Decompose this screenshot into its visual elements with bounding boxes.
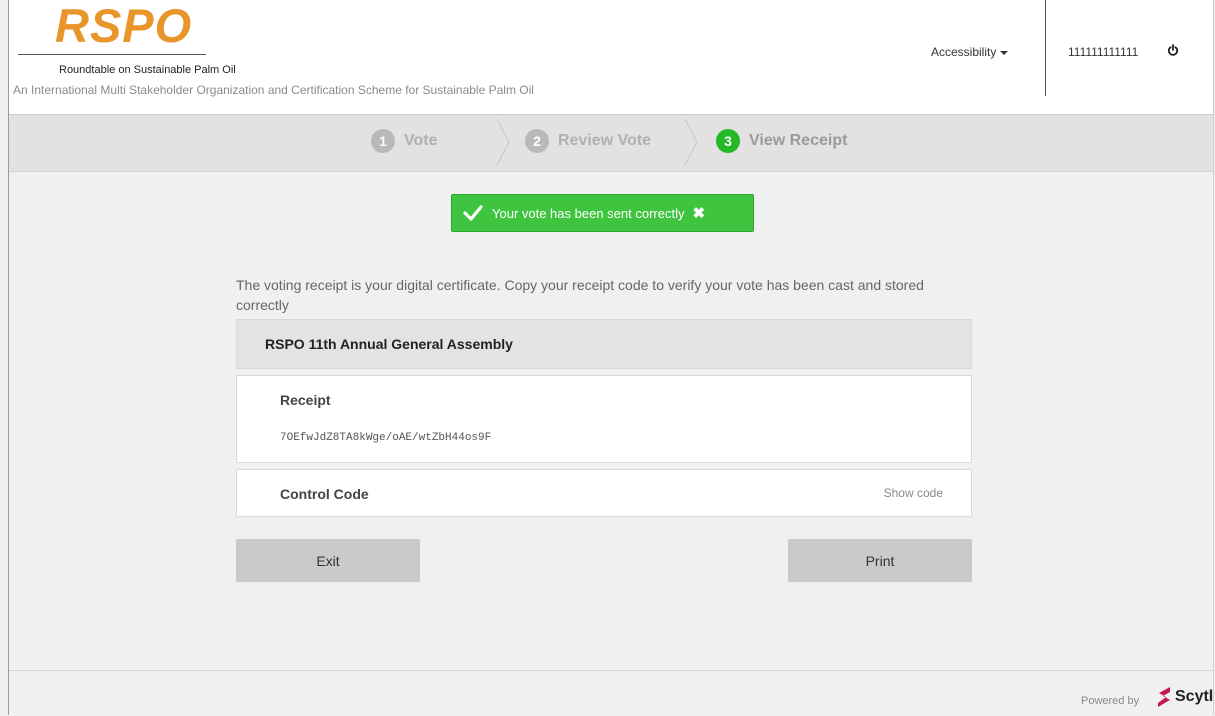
footer: Powered by Scytl: [9, 670, 1213, 716]
steps-bar: 1 Vote 2 Review Vote 3 View Receipt: [9, 114, 1213, 172]
logo-text: RSPO: [55, 0, 193, 52]
header-divider: [1045, 0, 1046, 96]
header: RSPO Roundtable on Sustainable Palm Oil …: [9, 0, 1213, 114]
receipt-label: Receipt: [280, 392, 331, 408]
step-number: 2: [525, 129, 549, 153]
step-label: Vote: [404, 132, 438, 149]
user-id: 111111111111: [1068, 45, 1139, 59]
receipt-intro-text: The voting receipt is your digital certi…: [236, 277, 924, 313]
tagline: An International Multi Stakeholder Organ…: [13, 83, 534, 97]
accessibility-label: Accessibility: [931, 45, 997, 59]
powered-by-text: Powered by: [1081, 695, 1140, 707]
step-review-vote: 2 Review Vote: [525, 129, 651, 153]
step-label: Review Vote: [558, 132, 652, 149]
logo-divider: [18, 54, 206, 55]
scytl-logo: Scytl: [1155, 685, 1213, 709]
app-frame: RSPO Roundtable on Sustainable Palm Oil …: [8, 0, 1214, 716]
checkmark-icon: [463, 205, 483, 221]
control-code-label: Control Code: [280, 486, 369, 502]
logo-subtitle: Roundtable on Sustainable Palm Oil: [59, 64, 236, 76]
step-number: 1: [371, 129, 395, 153]
election-title: RSPO 11th Annual General Assembly: [265, 336, 513, 352]
print-button[interactable]: Print: [788, 539, 972, 582]
accessibility-dropdown[interactable]: Accessibility: [931, 45, 1009, 59]
receipt-card: Receipt 7OEfwJdZ8TA8kWge/oAE/wtZbH44os9F: [236, 375, 972, 463]
step-chevron-icon: [684, 118, 698, 166]
close-icon[interactable]: ✖: [692, 204, 705, 222]
rspo-logo[interactable]: RSPO Roundtable on Sustainable Palm Oil: [18, 0, 236, 76]
exit-button[interactable]: Exit: [236, 539, 420, 582]
election-header: RSPO 11th Annual General Assembly: [236, 319, 972, 369]
scytl-brand: Scytl: [1175, 688, 1214, 705]
alert-message: Your vote has been sent correctly: [492, 205, 685, 221]
control-code-card: Control Code Show code: [236, 469, 972, 517]
step-vote: 1 Vote: [371, 129, 437, 153]
step-number: 3: [716, 129, 740, 153]
show-code-link[interactable]: Show code: [884, 486, 943, 500]
step-label: View Receipt: [749, 132, 848, 149]
step-view-receipt: 3 View Receipt: [716, 129, 847, 153]
success-alert: Your vote has been sent correctly ✖: [451, 194, 754, 232]
step-chevron-icon: [496, 118, 510, 166]
power-icon[interactable]: [1167, 44, 1179, 62]
caret-down-icon: [1000, 50, 1009, 55]
receipt-code[interactable]: 7OEfwJdZ8TA8kWge/oAE/wtZbH44os9F: [280, 432, 491, 444]
scytl-mark-icon: [1158, 687, 1170, 707]
